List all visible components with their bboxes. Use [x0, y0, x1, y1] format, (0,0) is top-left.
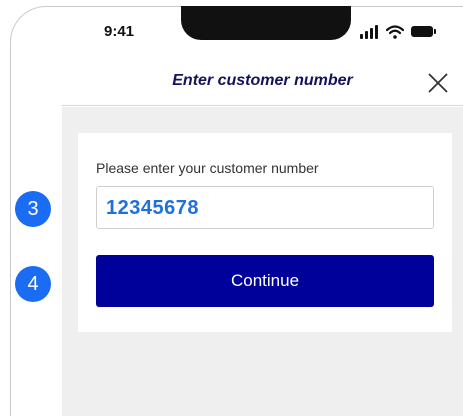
customer-number-input[interactable]: 12345678	[96, 186, 434, 229]
page-title: Enter customer number	[172, 72, 353, 89]
continue-button[interactable]: Continue	[96, 255, 434, 307]
wifi-icon	[386, 25, 404, 39]
step-3-badge: 3	[15, 191, 51, 227]
modal-header: Enter customer number	[62, 56, 463, 106]
close-icon[interactable]	[427, 72, 449, 94]
battery-icon	[411, 26, 436, 37]
signal-icon	[360, 25, 378, 39]
screenshot-canvas: 9:41 Enter customer number Please enter …	[0, 0, 463, 416]
status-time: 9:41	[104, 23, 135, 40]
customer-number-label: Please enter your customer number	[96, 160, 319, 176]
phone-notch	[181, 6, 351, 40]
step-4-badge: 4	[15, 266, 51, 302]
customer-number-value: 12345678	[106, 197, 199, 219]
